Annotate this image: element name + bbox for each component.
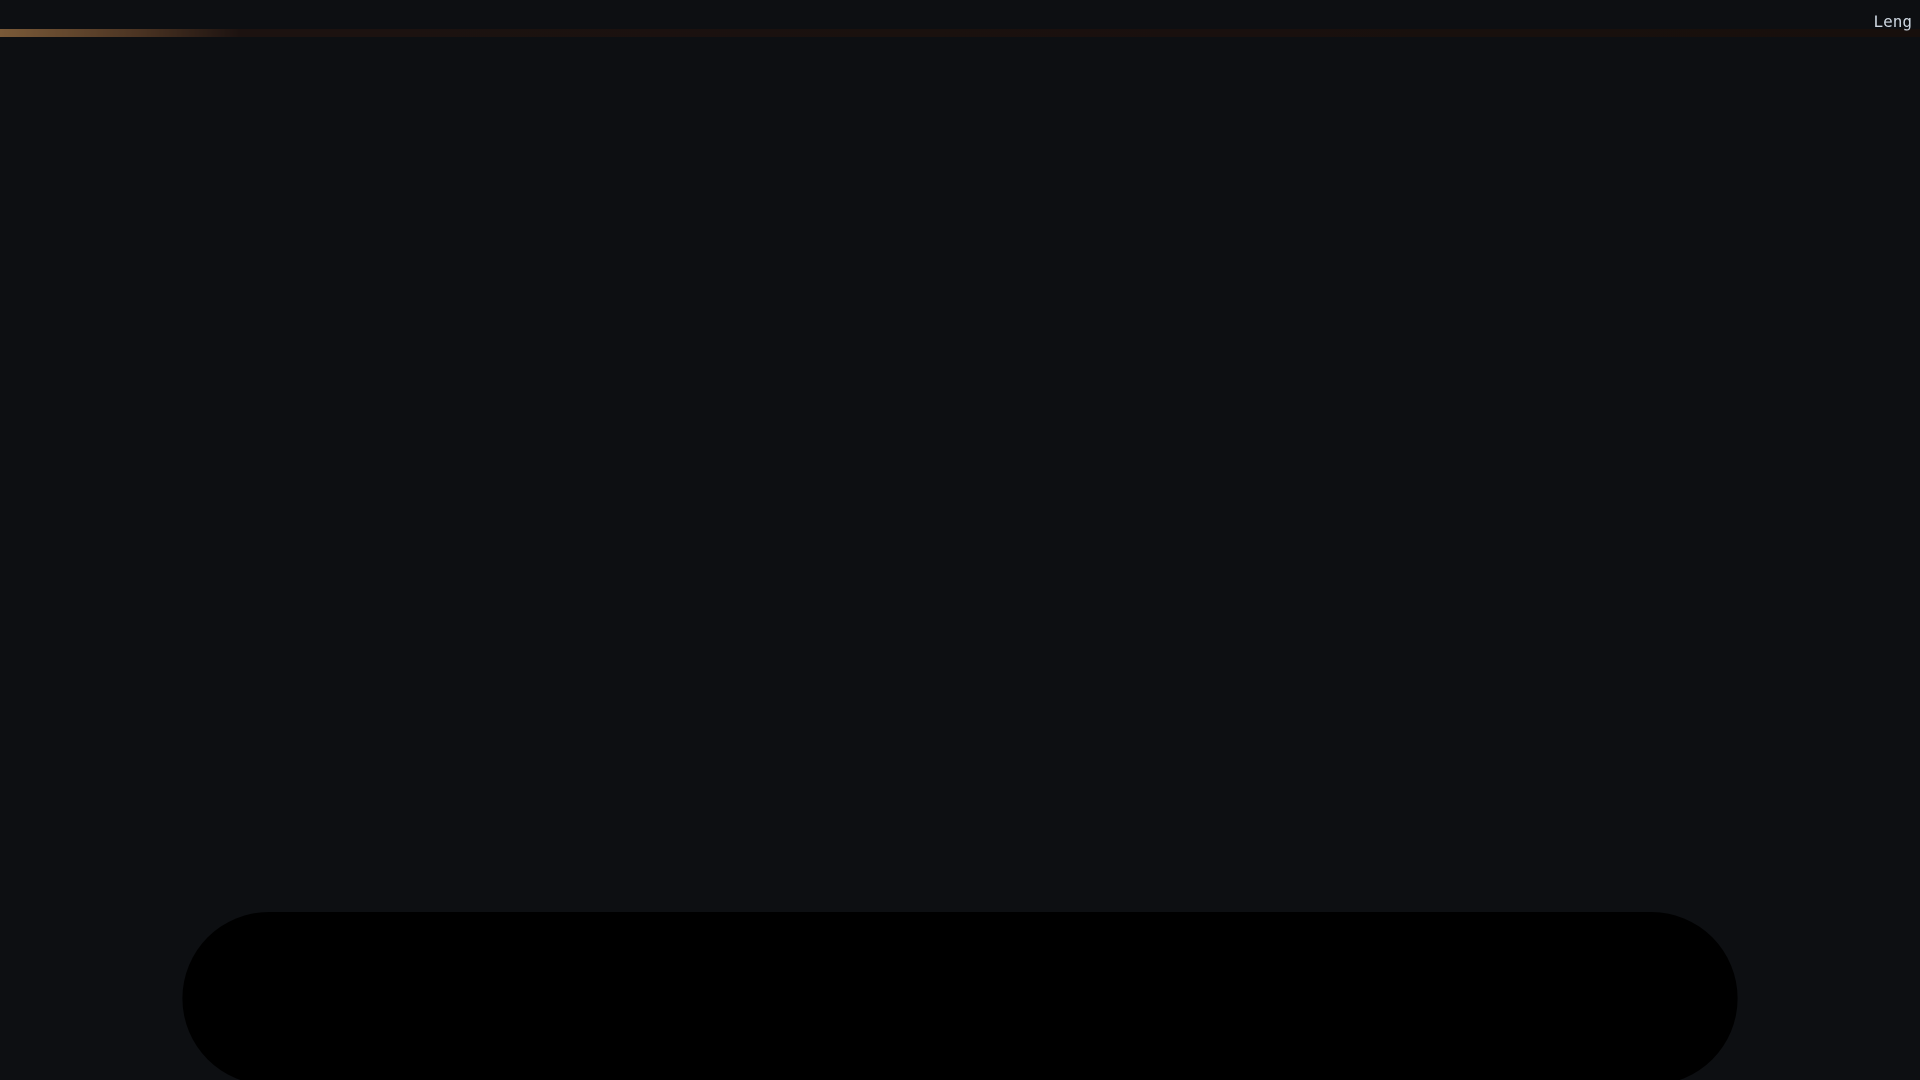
- workspace-一[interactable]: [0, 0, 1920, 1080]
- status-bar: SwarselSystems Frankfurter Aale [01:38/0…: [0, 0, 1920, 1080]
- desktop: SwarselSystems Frankfurter Aale [01:38/0…: [0, 0, 1920, 1080]
- wallpaper-floor: [0, 1073, 1920, 1080]
- workspace-switcher: [0, 0, 1920, 1080]
- col-length: Leng: [1873, 12, 1912, 31]
- wallpaper-strip: [0, 29, 1920, 37]
